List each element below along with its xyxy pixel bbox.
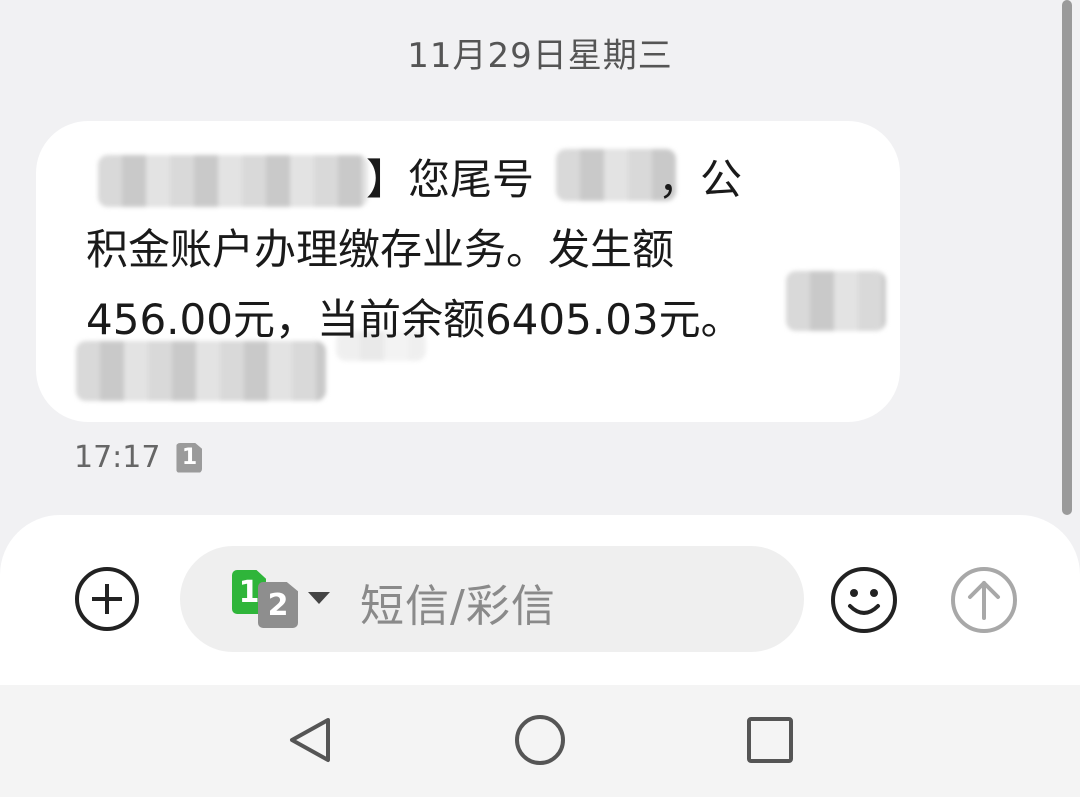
- message-line3: 456.00元，当前余额6405.03元。: [86, 295, 743, 344]
- triangle-back-icon[interactable]: [282, 712, 338, 768]
- message-line2: 积金账户办理缴存业务。发生额: [86, 225, 675, 274]
- square-recents-icon[interactable]: [742, 712, 798, 768]
- arrow-up-circle-icon[interactable]: [950, 566, 1018, 634]
- smiley-icon[interactable]: [830, 566, 898, 634]
- sim2-icon: 2: [258, 582, 298, 628]
- dropdown-caret-icon: [308, 592, 330, 604]
- message-bubble[interactable]: 】您尾号 ，公 积金账户办理缴存业务。发生额 456.00元，当前余额6405.0…: [36, 121, 900, 422]
- date-header: 11月29日星期三: [407, 36, 673, 76]
- sim-selector[interactable]: 1 2: [228, 568, 338, 630]
- message-line1-part: 】您尾号: [366, 155, 535, 204]
- message-text: 】您尾号 ，公 积金账户办理缴存业务。发生额 456.00元，当前余额6405.0…: [86, 145, 806, 355]
- sim-card-icon: 1: [176, 442, 203, 473]
- message-time: 17:17: [74, 440, 161, 475]
- circle-home-icon[interactable]: [512, 712, 568, 768]
- message-meta: 17:17 1: [74, 440, 203, 475]
- scrollbar[interactable]: [1062, 0, 1072, 515]
- message-line1-end: ，公: [658, 155, 743, 204]
- plus-circle-icon[interactable]: [74, 566, 140, 632]
- input-placeholder: 短信/彩信: [360, 581, 556, 632]
